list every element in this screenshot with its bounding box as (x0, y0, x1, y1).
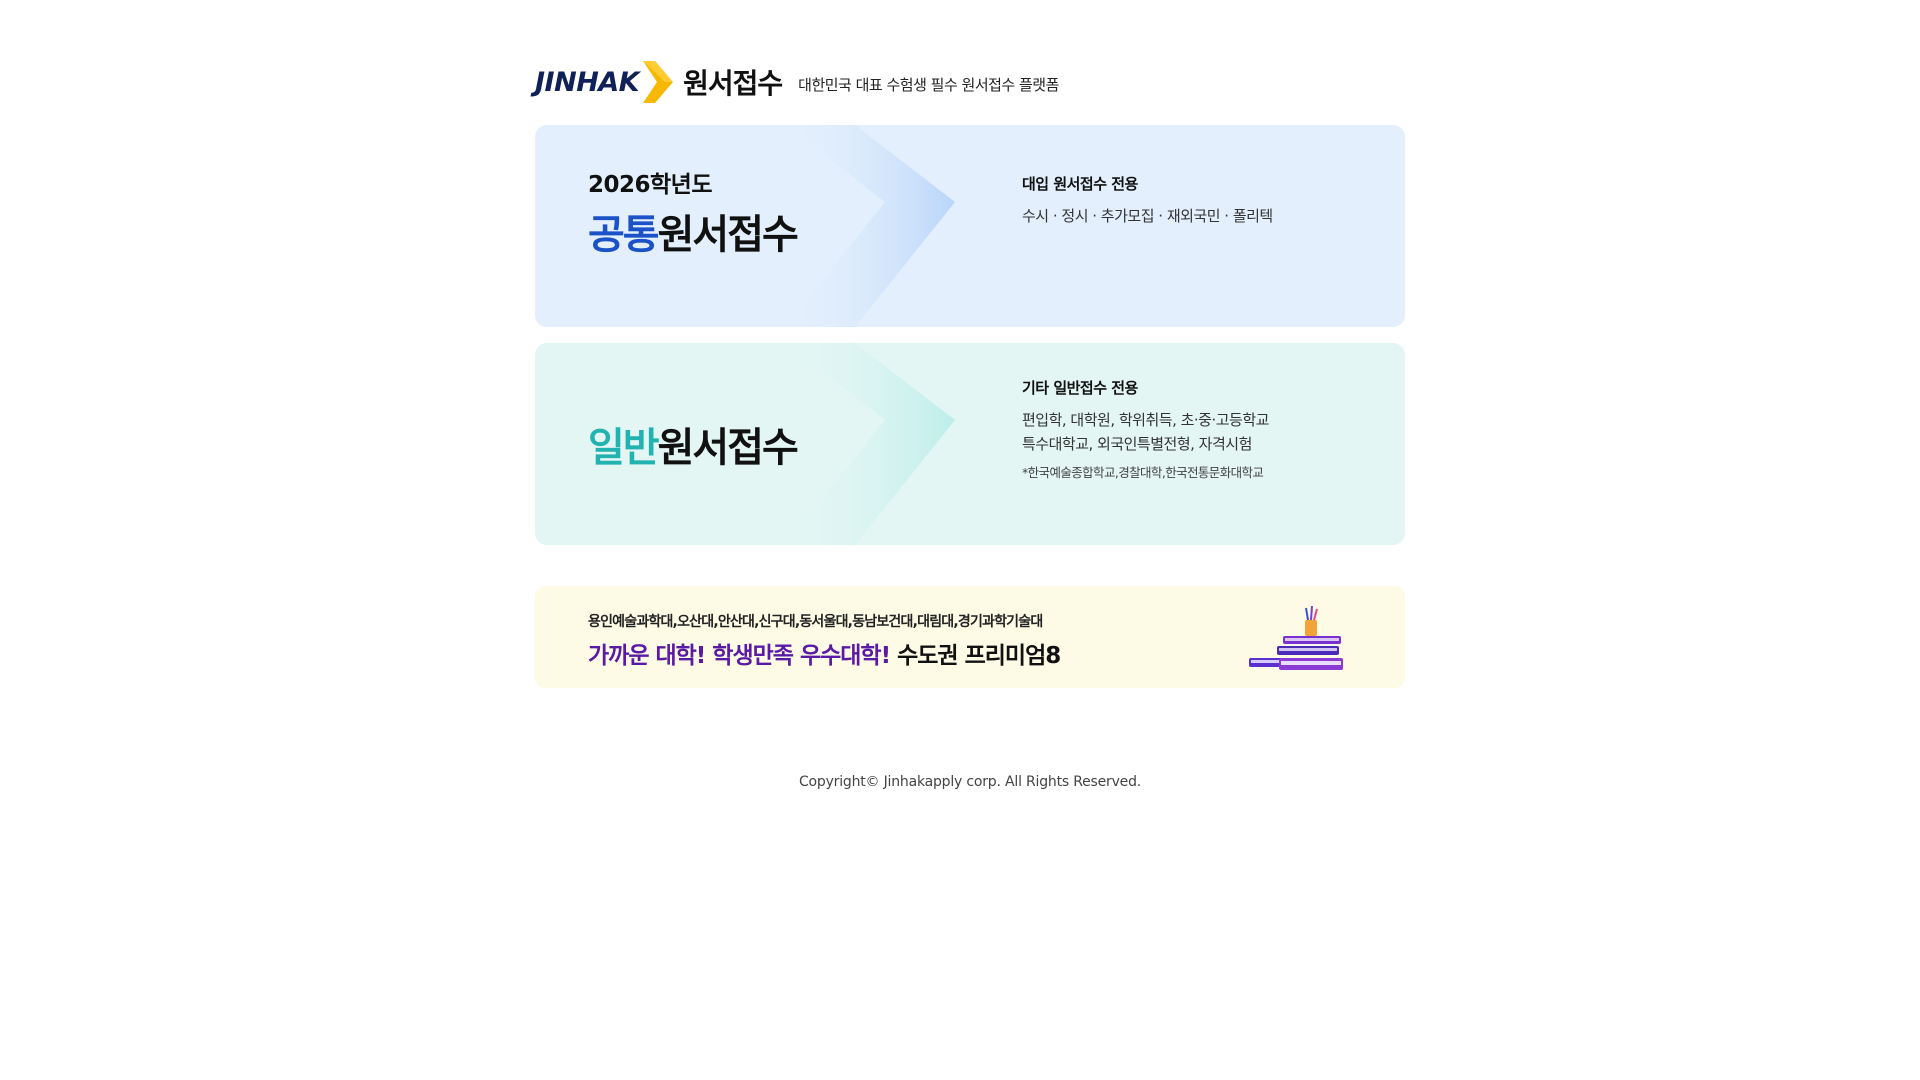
header: JINHAK 원서접수 대한민국 대표 수험생 필수 원서접수 플랫폼 (535, 58, 1405, 106)
common-info-types: 수시 · 정시 · 추가모집 · 재외국민 · 폴리텍 (1022, 207, 1273, 225)
books-icon (1249, 606, 1343, 670)
general-application-card[interactable]: 일반원서접수 기타 일반접수 전용 편입학, 대학원, 학위취득, 초·중·고등… (535, 343, 1405, 545)
page: JINHAK 원서접수 대한민국 대표 수험생 필수 원서접수 플랫폼 2026… (0, 0, 1920, 1080)
common-application-card[interactable]: 2026학년도 공통원서접수 대입 원서접수 전용 수시 · 정시 · 추가모집… (535, 125, 1405, 327)
common-info: 대입 원서접수 전용 수시 · 정시 · 추가모집 · 재외국민 · 폴리텍 (1022, 173, 1382, 228)
banner-headline-accent: 가까운 대학! 학생만족 우수대학! (588, 643, 891, 669)
general-title-rest: 원서접수 (657, 425, 799, 471)
general-info: 기타 일반접수 전용 편입학, 대학원, 학위취득, 초·중·고등학교 특수대학… (1022, 377, 1382, 481)
banner-headline-rest: 수도권 프리미엄8 (897, 643, 1061, 669)
logo-wordmark: JINHAK (535, 66, 640, 98)
general-info-line-1: 편입학, 대학원, 학위취득, 초·중·고등학교 (1022, 411, 1269, 429)
logo-arrow-icon (643, 61, 674, 103)
tagline: 대한민국 대표 수험생 필수 원서접수 플랫폼 (798, 75, 1059, 94)
general-info-line-2: 특수대학교, 외국인특별전형, 자격시험 (1022, 435, 1252, 453)
footer-copyright: Copyright© Jinhakapply corp. All Rights … (798, 774, 1142, 790)
application-year: 2026학년도 (588, 172, 713, 198)
chevron-decoration-icon (785, 125, 955, 327)
common-application-title: 공통원서접수 (588, 202, 799, 260)
common-accent-text: 공통 (588, 212, 660, 258)
common-title-rest: 원서접수 (657, 212, 799, 258)
premium8-banner[interactable]: 용인예술과학대,오산대,안산대,신구대,동서울대,동남보건대,대림대,경기과학기… (535, 586, 1405, 688)
home-logo-link[interactable]: JINHAK 원서접수 (535, 59, 783, 105)
general-accent-text: 일반 (588, 425, 660, 471)
banner-university-list: 용인예술과학대,오산대,안산대,신구대,동서울대,동남보건대,대림대,경기과학기… (588, 614, 1043, 630)
general-application-title: 일반원서접수 (588, 415, 799, 473)
banner-headline: 가까운 대학! 학생만족 우수대학! 수도권 프리미엄8 (588, 636, 1061, 670)
general-info-heading: 기타 일반접수 전용 (1022, 379, 1138, 397)
general-info-note: *한국예술종합학교,경찰대학,한국전통문화대학교 (1022, 465, 1264, 480)
chevron-decoration-icon (785, 343, 955, 545)
logo-title: 원서접수 (683, 67, 783, 100)
common-info-heading: 대입 원서접수 전용 (1022, 175, 1138, 193)
